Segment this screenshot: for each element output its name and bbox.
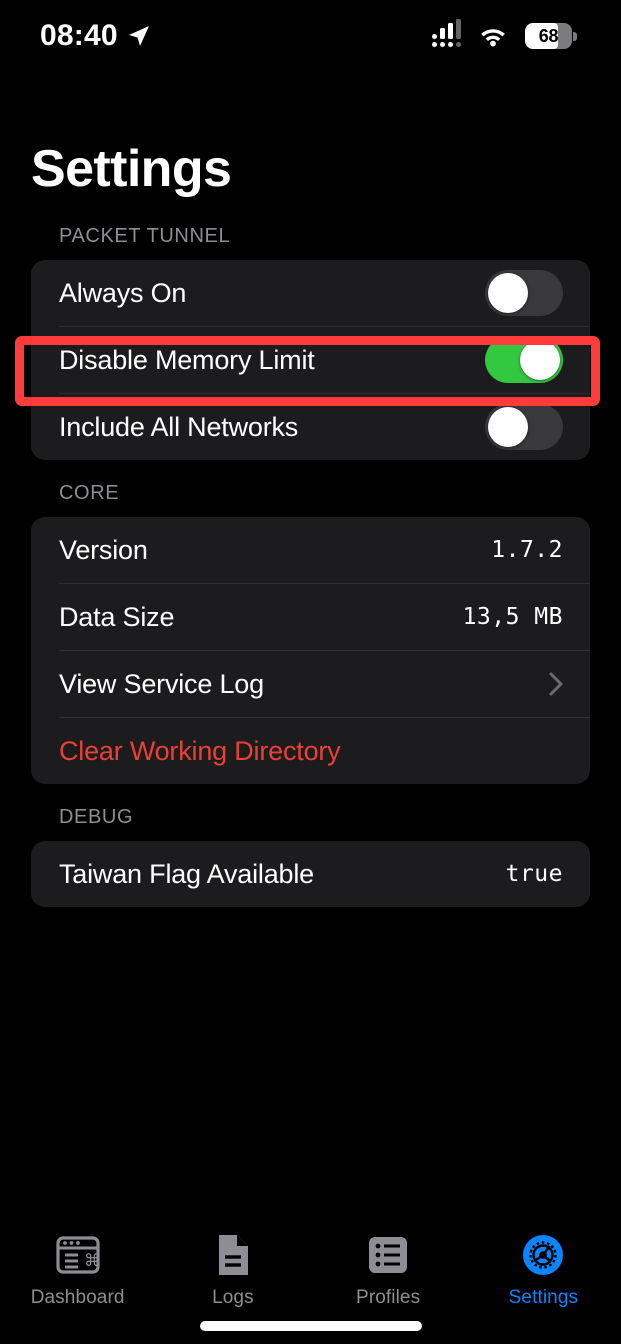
section-core: CORE Version 1.7.2 Data Size 13,5 MB Vie… xyxy=(0,482,621,784)
gear-icon xyxy=(520,1232,566,1278)
wifi-icon xyxy=(481,29,505,47)
home-indicator[interactable] xyxy=(199,1321,422,1331)
tab-label-profiles: Profiles xyxy=(356,1287,421,1308)
row-view-service-log[interactable]: View Service Log xyxy=(31,651,590,717)
row-label-always-on: Always On xyxy=(59,277,187,308)
battery-icon: 68 xyxy=(525,23,577,49)
row-value-data-size: 13,5 MB xyxy=(462,604,563,630)
row-label-taiwan-flag-available: Taiwan Flag Available xyxy=(59,858,314,889)
card-debug: Taiwan Flag Available true xyxy=(31,841,590,907)
svg-text:⌘: ⌘ xyxy=(84,1251,100,1271)
row-taiwan-flag-available: Taiwan Flag Available true xyxy=(31,841,590,907)
row-clear-working-directory[interactable]: Clear Working Directory xyxy=(31,718,590,784)
dashboard-window-icon: ⌘ xyxy=(55,1232,101,1278)
row-label-view-service-log: View Service Log xyxy=(59,668,264,699)
status-bar-left: 08:40 xyxy=(40,19,151,53)
tab-label-settings: Settings xyxy=(508,1287,579,1308)
row-label-version: Version xyxy=(59,534,148,565)
list-icon xyxy=(365,1232,411,1278)
row-value-version: 1.7.2 xyxy=(491,537,563,563)
row-version: Version 1.7.2 xyxy=(31,517,590,583)
tab-label-logs: Logs xyxy=(212,1287,254,1308)
row-include-all-networks[interactable]: Include All Networks xyxy=(31,394,590,460)
tab-settings[interactable]: Settings xyxy=(466,1232,621,1309)
status-bar: 08:40 68 xyxy=(0,0,621,72)
row-always-on[interactable]: Always On xyxy=(31,260,590,326)
card-packet-tunnel: Always On Disable Memory Limit Include A… xyxy=(31,260,590,460)
tab-dashboard[interactable]: ⌘ Dashboard xyxy=(0,1232,155,1309)
section-debug: DEBUG Taiwan Flag Available true xyxy=(0,806,621,907)
section-packet-tunnel: PACKET TUNNEL Always On Disable Memory L… xyxy=(0,225,621,460)
settings-list: PACKET TUNNEL Always On Disable Memory L… xyxy=(0,225,621,929)
location-arrow-icon xyxy=(128,26,149,46)
toggle-disable-memory-limit[interactable] xyxy=(485,337,563,383)
battery-percent-label: 68 xyxy=(538,25,559,46)
page-title: Settings xyxy=(31,140,232,198)
toggle-always-on[interactable] xyxy=(485,270,563,316)
row-label-include-all-networks: Include All Networks xyxy=(59,411,299,442)
cellular-signal-icon xyxy=(432,19,461,47)
row-data-size: Data Size 13,5 MB xyxy=(31,584,590,650)
row-label-data-size: Data Size xyxy=(59,601,175,632)
section-header-debug: DEBUG xyxy=(59,806,134,828)
chevron-right-icon xyxy=(549,672,563,696)
row-label-disable-memory-limit: Disable Memory Limit xyxy=(59,344,315,375)
tab-profiles[interactable]: Profiles xyxy=(311,1232,466,1309)
status-bar-right: 68 xyxy=(432,19,577,49)
row-label-clear-working-directory: Clear Working Directory xyxy=(59,735,341,766)
phone-screen: 08:40 68 Settings PACKET TUNNEL Always O… xyxy=(0,0,621,1344)
section-header-core: CORE xyxy=(59,482,120,504)
tab-label-dashboard: Dashboard xyxy=(30,1287,125,1308)
toggle-include-all-networks[interactable] xyxy=(485,404,563,450)
section-header-packet-tunnel: PACKET TUNNEL xyxy=(59,225,231,247)
row-disable-memory-limit[interactable]: Disable Memory Limit xyxy=(31,327,590,393)
document-icon xyxy=(210,1232,256,1278)
card-core: Version 1.7.2 Data Size 13,5 MB View Ser… xyxy=(31,517,590,784)
status-bar-clock: 08:40 xyxy=(40,19,118,52)
tab-logs[interactable]: Logs xyxy=(155,1232,310,1309)
row-value-taiwan-flag-available: true xyxy=(505,861,563,887)
